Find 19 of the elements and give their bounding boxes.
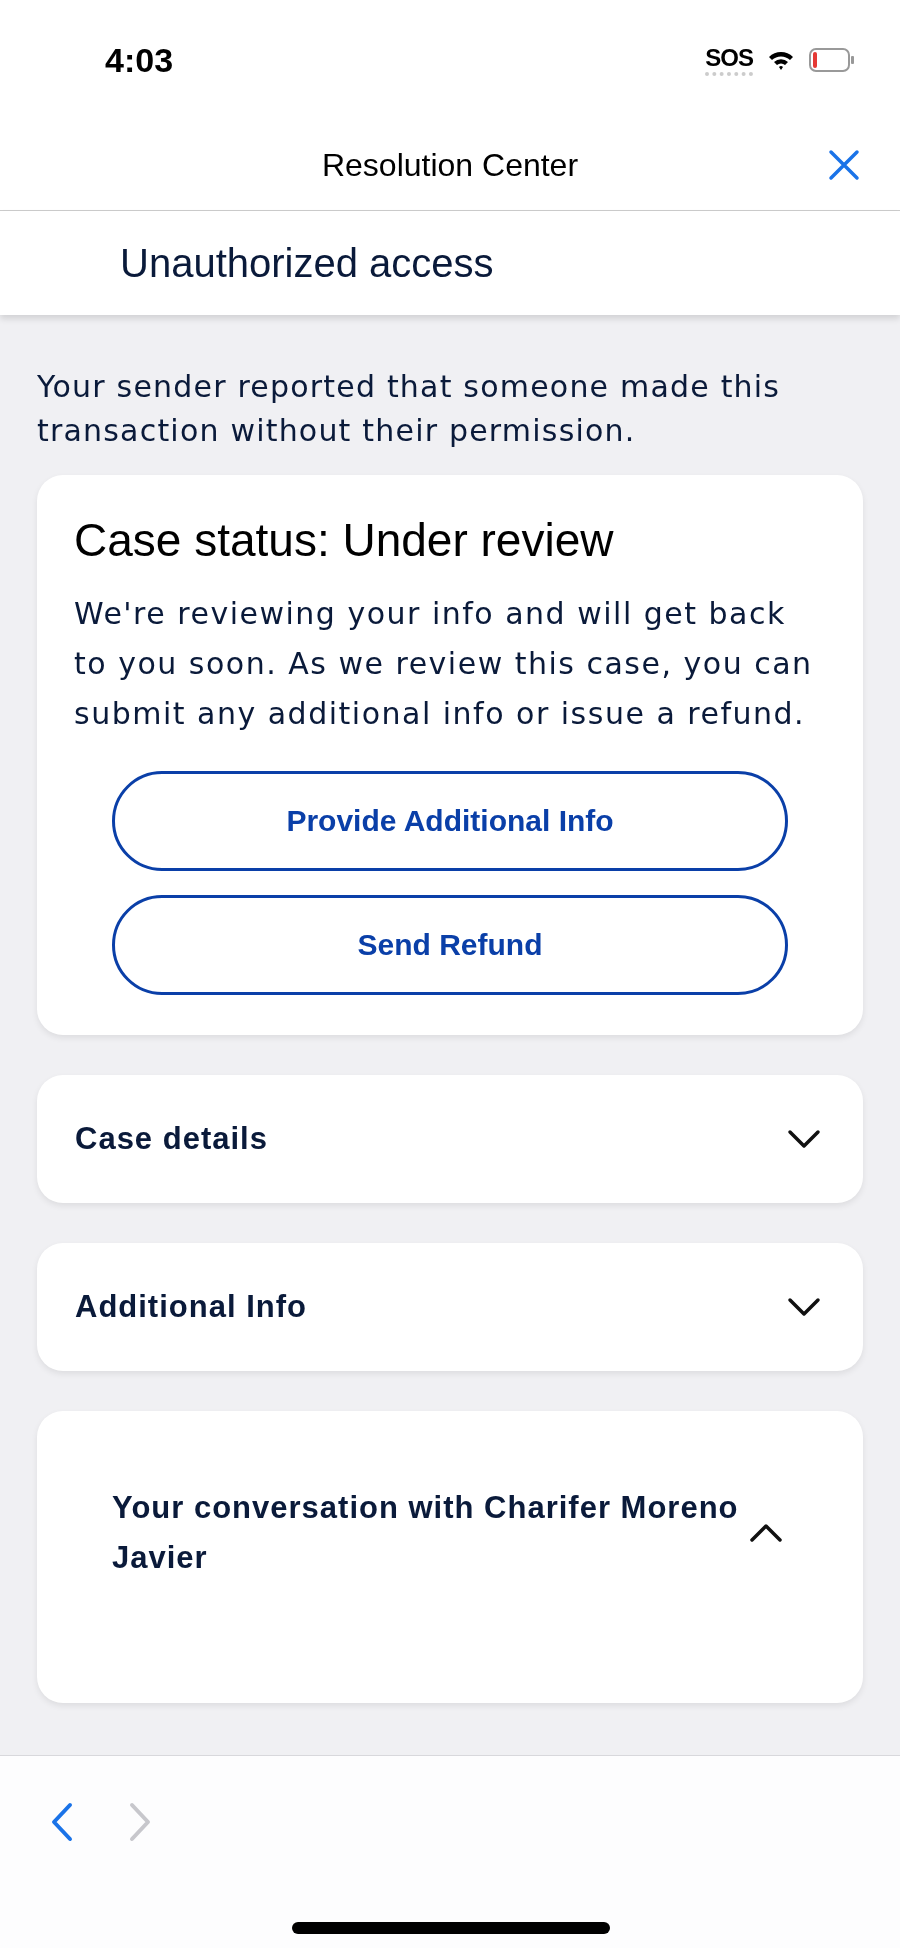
intro-text: Your sender reported that someone made this transaction without their permission. [37,368,782,450]
section-title: Additional Info [75,1289,307,1325]
wifi-icon [767,49,795,71]
status-time: 4:03 [105,40,174,80]
case-status-title: Case status: Under review [74,513,614,567]
header-title: Resolution Center [321,146,579,184]
action-button[interactable]: Provide Additional Info [112,771,788,871]
sos-indicator: SOS [705,44,753,76]
accordion-section[interactable]: Additional Info [37,1243,863,1371]
accordion-section[interactable]: Case details [37,1075,863,1203]
back-button[interactable] [50,1802,74,1842]
battery-icon [809,48,855,72]
close-button[interactable] [828,149,860,181]
action-button[interactable]: Send Refund [112,895,788,995]
page-subtitle: Unauthorized access [120,240,494,286]
accordion-section[interactable]: Your conversation with Charifer Moreno Javier [37,1411,863,1703]
case-status-text: We're reviewing your info and will get back to you soon. As we review this case, you can submit any additional info or issue a refund. [74,595,814,733]
section-title: Your conversation with Charifer Moreno Javier [112,1489,740,1577]
section-title: Case details [75,1121,268,1157]
